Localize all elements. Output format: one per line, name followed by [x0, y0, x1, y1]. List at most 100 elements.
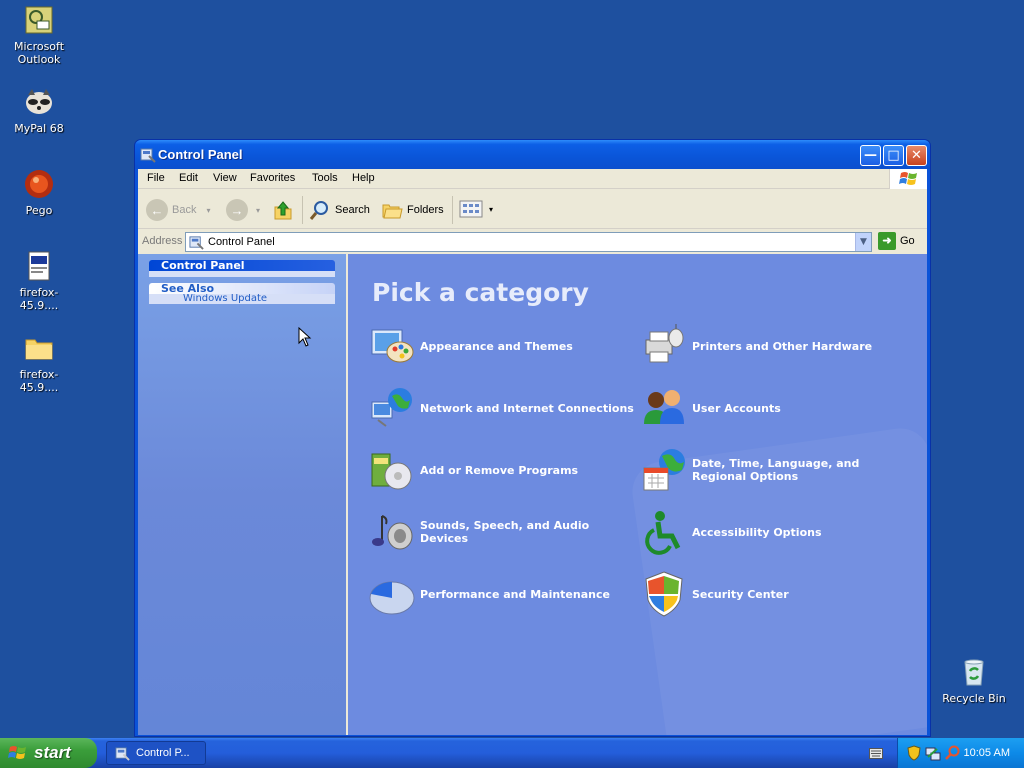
minimize-button[interactable]: — [860, 145, 881, 166]
search-button[interactable]: Search [309, 199, 370, 221]
maximize-icon: □ [887, 148, 900, 163]
taskbar-button-control-panel[interactable]: Control P... [106, 741, 206, 765]
mouse-cursor-icon [298, 327, 312, 347]
close-icon: ✕ [911, 148, 922, 163]
category-pane: Pick a category Appearance and Themes Pr… [348, 254, 927, 735]
category-label: User Accounts [692, 401, 781, 415]
mypal-icon [26, 89, 52, 114]
menu-tools[interactable]: Tools [312, 172, 338, 184]
network-internet-icon [371, 388, 412, 427]
maximize-button[interactable]: □ [883, 145, 904, 166]
recycle-bin-icon [964, 659, 984, 686]
up-folder-button[interactable] [272, 199, 294, 221]
task-box-title: Control Panel [161, 260, 245, 271]
task-box-header[interactable]: See Also [149, 283, 335, 294]
folders-icon [382, 204, 403, 219]
views-dropdown-icon: ▾ [489, 204, 494, 214]
desktop-icon-firefox-folder[interactable]: firefox-45.9.... [1, 332, 77, 394]
category-label: Appearance and Themes [420, 339, 573, 353]
folders-button[interactable]: Folders [381, 199, 444, 221]
taskbar: start Control P... 10:05 AM [0, 738, 1024, 768]
search-label: Search [335, 204, 370, 216]
menu-file[interactable]: File [147, 172, 165, 184]
search-tray-icon[interactable] [944, 745, 960, 761]
address-dropdown-button[interactable]: ▼ [855, 233, 871, 251]
menu-view[interactable]: View [213, 172, 237, 184]
outlook-icon [25, 6, 53, 34]
category-user-accounts[interactable]: User Accounts [640, 384, 910, 432]
security-shield-icon[interactable] [907, 745, 921, 761]
go-arrow-icon: ➜ [878, 232, 896, 250]
views-icon [459, 200, 483, 218]
window-title: Control Panel [158, 147, 243, 162]
menu-favorites[interactable]: Favorites [250, 172, 295, 184]
clock[interactable]: 10:05 AM [964, 747, 1010, 759]
keyboard-icon[interactable] [869, 748, 883, 759]
address-field[interactable]: Control Panel ▼ [185, 232, 872, 252]
system-tray: 10:05 AM [897, 738, 1024, 768]
printers-hardware-icon [645, 324, 684, 363]
category-label: Sounds, Speech, and Audio Devices [420, 519, 590, 545]
category-add-remove-programs[interactable]: Add or Remove Programs [368, 446, 638, 494]
back-label: Back [172, 204, 197, 216]
windows-update-link[interactable]: Windows Update [183, 294, 267, 304]
category-appearance-themes[interactable]: Appearance and Themes [368, 322, 638, 370]
go-button[interactable]: ➜ Go [878, 232, 915, 250]
task-box-header[interactable]: Control Panel [149, 260, 335, 271]
folders-label: Folders [407, 204, 444, 216]
search-icon [309, 201, 328, 220]
up-folder-icon [274, 201, 292, 220]
desktop-icon-label: Pego [25, 204, 53, 217]
control-panel-window: Control Panel — □ ✕ File Edit View Favor… [134, 139, 931, 737]
desktop-icon-label: MyPal 68 [14, 122, 64, 135]
control-panel-icon [115, 746, 130, 761]
desktop-icon-recycle-bin[interactable]: Recycle Bin [936, 656, 1012, 705]
page-title: Pick a category [372, 278, 589, 307]
category-label: Accessibility Options [692, 525, 822, 539]
add-remove-programs-icon [371, 453, 412, 490]
performance-maintenance-icon [369, 581, 415, 615]
desktop-icon-mypal[interactable]: MyPal 68 [1, 86, 77, 135]
control-panel-icon [189, 236, 204, 250]
category-sounds-audio[interactable]: Sounds, Speech, and Audio Devices [368, 508, 638, 556]
network-icon[interactable] [925, 745, 941, 761]
desktop-icon-label: Microsoft Outlook [13, 40, 65, 66]
title-bar[interactable]: Control Panel — □ ✕ [135, 140, 930, 169]
category-printers-hardware[interactable]: Printers and Other Hardware [640, 322, 910, 370]
pego-icon [25, 170, 53, 198]
back-dropdown-icon: ▾ [206, 205, 211, 215]
menu-help[interactable]: Help [352, 172, 375, 184]
forward-button[interactable]: → ▾ [226, 199, 260, 221]
window-client: File Edit View Favorites Tools Help ← Ba… [138, 169, 927, 735]
sounds-audio-icon [372, 515, 413, 550]
task-box-body: Windows Update [149, 294, 335, 304]
category-network-internet[interactable]: Network and Internet Connections [368, 384, 638, 432]
address-bar: Address Control Panel ▼ ➜ Go [138, 231, 927, 253]
category-label: Add or Remove Programs [420, 463, 579, 477]
category-date-time-regional[interactable]: Date, Time, Language, and Regional Optio… [640, 446, 910, 494]
close-button[interactable]: ✕ [906, 145, 927, 166]
back-button[interactable]: ← Back ▾ [146, 199, 210, 221]
task-box-see-also: See Also Windows Update [149, 283, 335, 304]
start-button[interactable]: start [0, 738, 97, 768]
desktop-icon-pego[interactable]: Pego [1, 168, 77, 217]
folder-icon [25, 339, 53, 360]
go-label: Go [900, 235, 915, 247]
menu-edit[interactable]: Edit [179, 172, 198, 184]
appearance-themes-icon [371, 329, 414, 363]
address-value: Control Panel [208, 236, 275, 248]
category-accessibility[interactable]: Accessibility Options [640, 508, 910, 556]
accessibility-icon [645, 511, 681, 555]
category-security-center[interactable]: Security Center [640, 570, 910, 618]
security-center-icon [645, 571, 683, 617]
category-performance-maintenance[interactable]: Performance and Maintenance [368, 570, 638, 618]
task-box-control-panel: Control Panel [149, 260, 335, 277]
forward-dropdown-icon: ▾ [256, 205, 261, 215]
category-label: Performance and Maintenance [420, 587, 610, 601]
minimize-icon: — [864, 148, 877, 163]
views-button[interactable]: ▾ [459, 199, 493, 219]
desktop-icon-outlook[interactable]: Microsoft Outlook [1, 4, 77, 66]
desktop-icon-firefox-file[interactable]: firefox-45.9.... [1, 250, 77, 312]
file-icon [28, 251, 50, 281]
category-label: Security Center [692, 587, 789, 601]
